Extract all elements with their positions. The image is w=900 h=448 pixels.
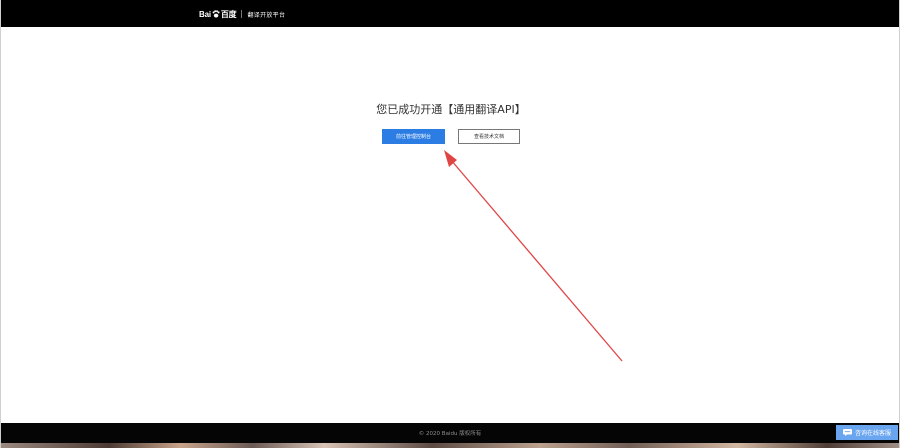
success-message: 您已成功开通【通用翻译API】: [376, 103, 526, 116]
chat-bubble-icon: [842, 429, 852, 436]
go-to-console-label: 前往管理控制台: [395, 134, 431, 140]
page: Bai 百度 翻译开放平台 您已成功开通【通用翻译API】 前往管理控制台 查看…: [0, 0, 900, 448]
platform-name: 翻译开放平台: [247, 11, 286, 19]
footer: © 2020 Baidu 版权所有: [1, 423, 899, 443]
online-support-label: 咨询在线客服: [854, 430, 891, 437]
brand[interactable]: Bai 百度 翻译开放平台: [199, 8, 285, 20]
brand-divider: [241, 10, 243, 18]
bottom-image-strip: [1, 443, 899, 448]
view-docs-button[interactable]: 查看技术文档: [458, 129, 520, 144]
baidu-logo-text-right: 百度: [220, 9, 237, 19]
annotation-arrow: [444, 150, 623, 362]
copyright-text: © 2020 Baidu 版权所有: [418, 431, 482, 437]
online-support-button[interactable]: 咨询在线客服: [836, 425, 898, 440]
view-docs-label: 查看技术文档: [473, 134, 504, 140]
baidu-paw-icon: [212, 10, 220, 18]
top-navbar: Bai 百度 翻译开放平台: [1, 0, 899, 27]
baidu-logo-text-left: Bai: [199, 9, 211, 19]
go-to-console-button[interactable]: 前往管理控制台: [382, 129, 445, 144]
